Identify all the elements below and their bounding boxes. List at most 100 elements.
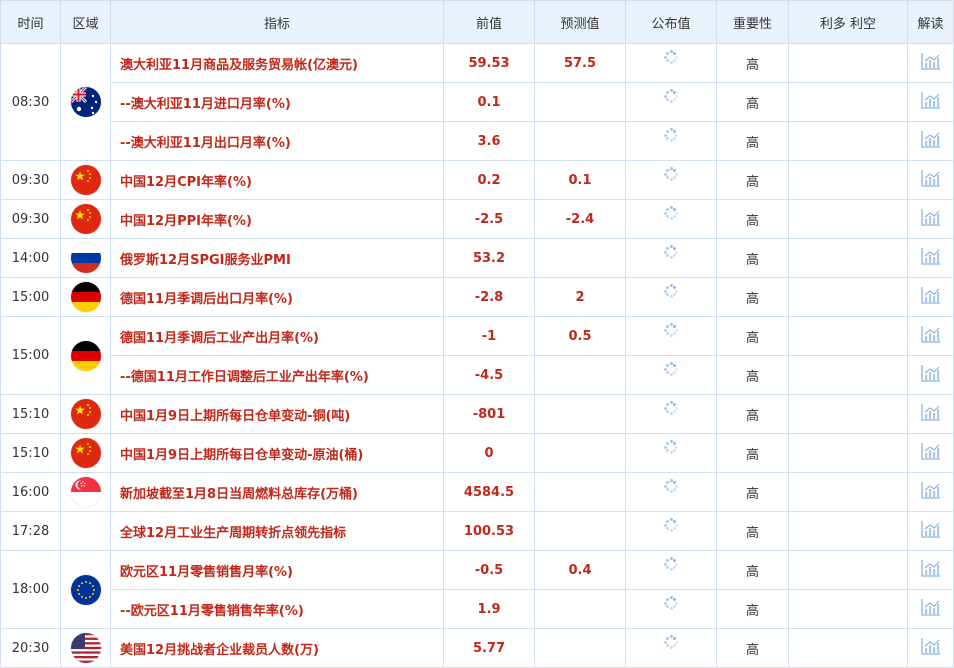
indicator-link[interactable]: 中国12月PPI年率(%) bbox=[110, 199, 444, 239]
analysis-cell bbox=[907, 199, 954, 239]
analysis-chart-icon[interactable] bbox=[920, 442, 941, 464]
time-cell: 09:30 bbox=[0, 160, 61, 200]
region-cell bbox=[60, 472, 111, 512]
previous-value: 4584.5 bbox=[443, 472, 535, 512]
previous-value: 3.6 bbox=[443, 121, 535, 161]
table-header: 时间 区域 指标 前值 预测值 公布值 重要性 利多 利空 解读 bbox=[0, 0, 954, 44]
table-row: 20:30 美国12月挑战者企业裁员人数(万) 5.77 高 bbox=[0, 628, 954, 668]
actual-value bbox=[625, 43, 717, 83]
table-row: --澳大利亚11月进口月率(%) 0.1 高 bbox=[1, 82, 954, 122]
indicator-link[interactable]: 中国12月CPI年率(%) bbox=[110, 160, 444, 200]
table-row: --德国11月工作日调整后工业产出年率(%) -4.5 高 bbox=[1, 355, 954, 395]
forecast-value bbox=[534, 433, 626, 473]
importance-value: 高 bbox=[716, 589, 789, 629]
importance-value: 高 bbox=[716, 82, 789, 122]
table-row: 15:00 德国11月季调后出口月率(%) -2.8 2 高 bbox=[0, 277, 954, 317]
bull-bear-cell bbox=[788, 628, 908, 668]
analysis-chart-icon[interactable] bbox=[920, 52, 941, 74]
region-cell bbox=[60, 394, 111, 434]
loading-spinner-icon bbox=[664, 401, 678, 415]
time-cell: 20:30 bbox=[0, 628, 61, 668]
actual-value bbox=[625, 394, 717, 434]
analysis-chart-icon[interactable] bbox=[920, 286, 941, 308]
indicator-link[interactable]: 俄罗斯12月SPGI服务业PMI bbox=[110, 238, 444, 278]
table-row: 15:10 中国1月9日上期所每日仓单变动-铜(吨) -801 高 bbox=[0, 394, 954, 434]
analysis-chart-icon[interactable] bbox=[920, 559, 941, 581]
header-actual: 公布值 bbox=[625, 0, 717, 44]
importance-value: 高 bbox=[716, 628, 789, 668]
indicator-link[interactable]: --德国11月工作日调整后工业产出年率(%) bbox=[110, 355, 444, 395]
bull-bear-cell bbox=[788, 394, 908, 434]
importance-value: 高 bbox=[716, 199, 789, 239]
actual-value bbox=[625, 82, 717, 122]
time-cell: 15:00 bbox=[0, 277, 61, 317]
table-row: 18:00 欧元区11月零售销售月率(%) -0.5 0.4 高 bbox=[0, 550, 954, 629]
analysis-chart-icon[interactable] bbox=[920, 598, 941, 620]
analysis-chart-icon[interactable] bbox=[920, 481, 941, 503]
time-cell: 15:10 bbox=[0, 433, 61, 473]
region-cell bbox=[60, 238, 111, 278]
analysis-chart-icon[interactable] bbox=[920, 520, 941, 542]
actual-value bbox=[625, 550, 717, 590]
loading-spinner-icon bbox=[664, 245, 678, 259]
actual-value bbox=[625, 199, 717, 239]
region-cell bbox=[60, 628, 111, 668]
table-row: 17:28 全球12月工业生产周期转折点领先指标 100.53 高 bbox=[0, 511, 954, 551]
analysis-chart-icon[interactable] bbox=[920, 637, 941, 659]
indicator-link[interactable]: 欧元区11月零售销售月率(%) bbox=[110, 550, 444, 590]
previous-value: -4.5 bbox=[443, 355, 535, 395]
forecast-value: 57.5 bbox=[534, 43, 626, 83]
analysis-cell bbox=[907, 433, 954, 473]
indicator-link[interactable]: 中国1月9日上期所每日仓单变动-原油(桶) bbox=[110, 433, 444, 473]
loading-spinner-icon bbox=[664, 479, 678, 493]
indicator-link[interactable]: 中国1月9日上期所每日仓单变动-铜(吨) bbox=[110, 394, 444, 434]
bull-bear-cell bbox=[788, 589, 908, 629]
china-flag-icon bbox=[70, 204, 101, 234]
indicator-link[interactable]: 德国11月季调后工业产出月率(%) bbox=[110, 316, 444, 356]
analysis-chart-icon[interactable] bbox=[920, 403, 941, 425]
loading-spinner-icon bbox=[664, 362, 678, 376]
indicator-link[interactable]: --澳大利亚11月出口月率(%) bbox=[110, 121, 444, 161]
forecast-value bbox=[534, 589, 626, 629]
importance-value: 高 bbox=[716, 511, 789, 551]
region-cell bbox=[60, 160, 111, 200]
analysis-chart-icon[interactable] bbox=[920, 247, 941, 269]
bull-bear-cell bbox=[788, 550, 908, 590]
indicator-link[interactable]: 全球12月工业生产周期转折点领先指标 bbox=[110, 511, 444, 551]
importance-value: 高 bbox=[716, 43, 789, 83]
indicator-link[interactable]: 新加坡截至1月8日当周燃料总库存(万桶) bbox=[110, 472, 444, 512]
loading-spinner-icon bbox=[664, 518, 678, 532]
indicator-link[interactable]: --澳大利亚11月进口月率(%) bbox=[110, 82, 444, 122]
bull-bear-cell bbox=[788, 316, 908, 356]
table-row: 14:00 俄罗斯12月SPGI服务业PMI 53.2 高 bbox=[0, 238, 954, 278]
time-cell: 16:00 bbox=[0, 472, 61, 512]
forecast-value bbox=[534, 355, 626, 395]
analysis-cell bbox=[907, 394, 954, 434]
analysis-chart-icon[interactable] bbox=[920, 325, 941, 347]
analysis-chart-icon[interactable] bbox=[920, 130, 941, 152]
indicator-link[interactable]: 美国12月挑战者企业裁员人数(万) bbox=[110, 628, 444, 668]
forecast-value bbox=[534, 394, 626, 434]
actual-value bbox=[625, 316, 717, 356]
analysis-chart-icon[interactable] bbox=[920, 364, 941, 386]
indicator-link[interactable]: --欧元区11月零售销售年率(%) bbox=[110, 589, 444, 629]
analysis-cell bbox=[907, 160, 954, 200]
previous-value: 0 bbox=[443, 433, 535, 473]
analysis-chart-icon[interactable] bbox=[920, 169, 941, 191]
importance-value: 高 bbox=[716, 121, 789, 161]
importance-value: 高 bbox=[716, 550, 789, 590]
indicator-link[interactable]: 澳大利亚11月商品及服务贸易帐(亿澳元) bbox=[110, 43, 444, 83]
table-row: 08:30 澳大利亚11月商品及服务贸易帐(亿澳元) 59.53 57.5 高 bbox=[0, 43, 954, 161]
indicator-link[interactable]: 德国11月季调后出口月率(%) bbox=[110, 277, 444, 317]
importance-value: 高 bbox=[716, 277, 789, 317]
analysis-cell bbox=[907, 589, 954, 629]
analysis-cell bbox=[907, 238, 954, 278]
region-cell bbox=[60, 199, 111, 239]
actual-value bbox=[625, 355, 717, 395]
analysis-chart-icon[interactable] bbox=[920, 91, 941, 113]
analysis-cell bbox=[907, 316, 954, 356]
time-cell: 17:28 bbox=[0, 511, 61, 551]
region-cell bbox=[60, 550, 111, 629]
loading-spinner-icon bbox=[664, 50, 678, 64]
analysis-chart-icon[interactable] bbox=[920, 208, 941, 230]
